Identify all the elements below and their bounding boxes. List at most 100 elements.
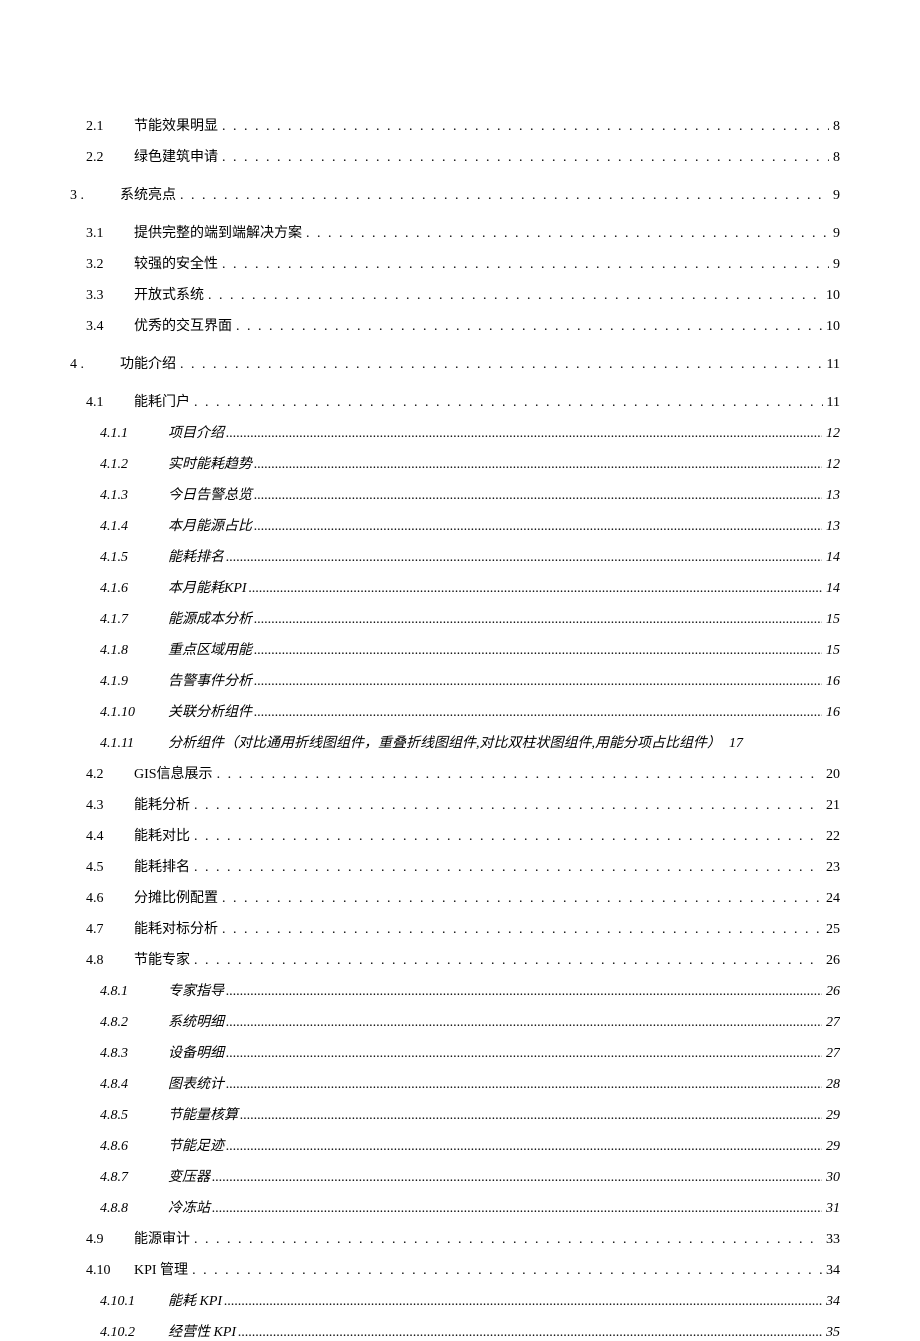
toc-entry[interactable]: 4.1.6本月能耗KPI14 [70,577,840,597]
toc-leader-dots [218,257,829,273]
toc-entry[interactable]: 4.1.7能源成本分析15 [70,608,840,628]
toc-entry[interactable]: 4.9能源审计33 [70,1228,840,1248]
toc-leader-dots [213,767,822,783]
toc-label: 分析组件（对比通用折线图组件，重叠折线图组件,对比双柱状图组件,用能分项占比组件… [168,732,721,752]
toc-entry[interactable]: 4.8.1专家指导26 [70,980,840,1000]
toc-page-number: 10 [822,319,840,335]
toc-entry[interactable]: 3.4优秀的交互界面10 [70,315,840,335]
toc-page-number: 15 [822,643,840,659]
toc-label: 经营性 KPI [168,1321,236,1341]
toc-leader-dots [252,457,822,473]
toc-entry[interactable]: 4.3能耗分析21 [70,794,840,814]
toc-label: 实时能耗趋势 [168,453,252,473]
toc-page-number: 26 [822,984,840,1000]
toc-page-number: 16 [822,674,840,690]
toc-leader-dots [252,519,822,535]
toc-number: 4.10 [86,1263,134,1279]
toc-page-number: 21 [822,798,840,814]
toc-page-number: 12 [822,426,840,442]
toc-label: 系统明细 [168,1011,224,1031]
toc-leader-dots [224,1139,822,1155]
toc-label: 开放式系统 [134,284,204,304]
toc-entry[interactable]: 4.1.2实时能耗趋势12 [70,453,840,473]
toc-entry[interactable]: 4.4能耗对比22 [70,825,840,845]
toc-number: 4.8 [86,953,134,969]
toc-entry[interactable]: 4.1能耗门户11 [70,391,840,411]
toc-label: 节能效果明显 [134,115,218,135]
toc-leader-dots [252,612,822,628]
toc-entry[interactable]: 4.1.11分析组件（对比通用折线图组件，重叠折线图组件,对比双柱状图组件,用能… [70,732,840,752]
toc-entry[interactable]: 4.1.4本月能源占比13 [70,515,840,535]
toc-number: 3.2 [86,257,134,273]
toc-number: 3 . [70,188,120,204]
toc-number: 3.4 [86,319,134,335]
toc-label: 系统亮点 [120,184,176,204]
toc-entry[interactable]: 4.1.9告警事件分析16 [70,670,840,690]
toc-leader-dots [218,922,822,938]
toc-entry[interactable]: 4.8节能专家26 [70,949,840,969]
toc-number: 4.8.2 [100,1015,168,1031]
toc-entry[interactable]: 3.3开放式系统10 [70,284,840,304]
toc-leader-dots [252,674,822,690]
toc-page-number: 17 [725,736,743,752]
toc-entry[interactable]: 2.1节能效果明显8 [70,115,840,135]
toc-entry[interactable]: 4.2GIS信息展示20 [70,763,840,783]
toc-label: 关联分析组件 [168,701,252,721]
toc-entry[interactable]: 4.10.2经营性 KPI35 [70,1321,840,1341]
toc-entry[interactable]: 4.6分摊比例配置24 [70,887,840,907]
toc-number: 4.8.7 [100,1170,168,1186]
toc-label: 能耗 KPI [168,1290,222,1310]
toc-entry[interactable]: 3.2较强的安全性9 [70,253,840,273]
toc-entry[interactable]: 3.1提供完整的端到端解决方案9 [70,222,840,242]
toc-leader-dots [224,550,822,566]
toc-entry[interactable]: 4.8.4图表统计28 [70,1073,840,1093]
toc-number: 4.1.4 [100,519,168,535]
toc-page-number: 27 [822,1015,840,1031]
toc-entry[interactable]: 4.8.6节能足迹29 [70,1135,840,1155]
toc-entry[interactable]: 3 .系统亮点9 [70,184,840,204]
toc-entry[interactable]: 4.8.8冷冻站31 [70,1197,840,1217]
toc-leader-dots [224,426,822,442]
toc-leader-dots [224,984,822,1000]
toc-number: 4.5 [86,860,134,876]
toc-entry[interactable]: 4.7能耗对标分析25 [70,918,840,938]
toc-label: 较强的安全性 [134,253,218,273]
toc-entry[interactable]: 4.8.5节能量核算29 [70,1104,840,1124]
toc-page-number: 23 [822,860,840,876]
toc-leader-dots [252,705,822,721]
toc-label: 设备明细 [168,1042,224,1062]
toc-label: 今日告警总览 [168,484,252,504]
toc-label: 节能量核算 [168,1104,238,1124]
toc-label: GIS信息展示 [134,763,213,783]
toc-entry[interactable]: 4.1.5能耗排名14 [70,546,840,566]
toc-leader-dots [210,1170,822,1186]
toc-entry[interactable]: 4.1.3今日告警总览13 [70,484,840,504]
toc-page-number: 11 [823,395,840,411]
toc-number: 4.1.2 [100,457,168,473]
toc-entry[interactable]: 4.8.2系统明细 27 [70,1011,840,1031]
toc-entry[interactable]: 4.5能耗排名 23 [70,856,840,876]
toc-entry[interactable]: 4.10.1能耗 KPI34 [70,1290,840,1310]
toc-label: KPI 管理 [134,1259,188,1279]
toc-number: 4.8.3 [100,1046,168,1062]
toc-number: 4.1.8 [100,643,168,659]
toc-entry[interactable]: 4.8.7变压器30 [70,1166,840,1186]
toc-label: 能耗排名 [134,856,190,876]
toc-entry[interactable]: 4 .功能介绍11 [70,353,840,373]
toc-leader-dots [210,1201,822,1217]
toc-page-number: 9 [829,226,840,242]
toc-entry[interactable]: 4.1.10关联分析组件16 [70,701,840,721]
toc-page-number: 14 [822,581,840,597]
toc-leader-dots [236,1325,822,1341]
toc-label: 项目介绍 [168,422,224,442]
toc-number: 4.4 [86,829,134,845]
toc-page-number: 13 [822,488,840,504]
toc-entry[interactable]: 4.1.1项目介绍12 [70,422,840,442]
toc-entry[interactable]: 2.2绿色建筑申请8 [70,146,840,166]
toc-entry[interactable]: 4.10KPI 管理34 [70,1259,840,1279]
toc-leader-dots [188,1263,822,1279]
toc-number: 4.7 [86,922,134,938]
toc-entry[interactable]: 4.8.3设备明细27 [70,1042,840,1062]
toc-leader-dots [252,488,822,504]
toc-entry[interactable]: 4.1.8重点区域用能15 [70,639,840,659]
